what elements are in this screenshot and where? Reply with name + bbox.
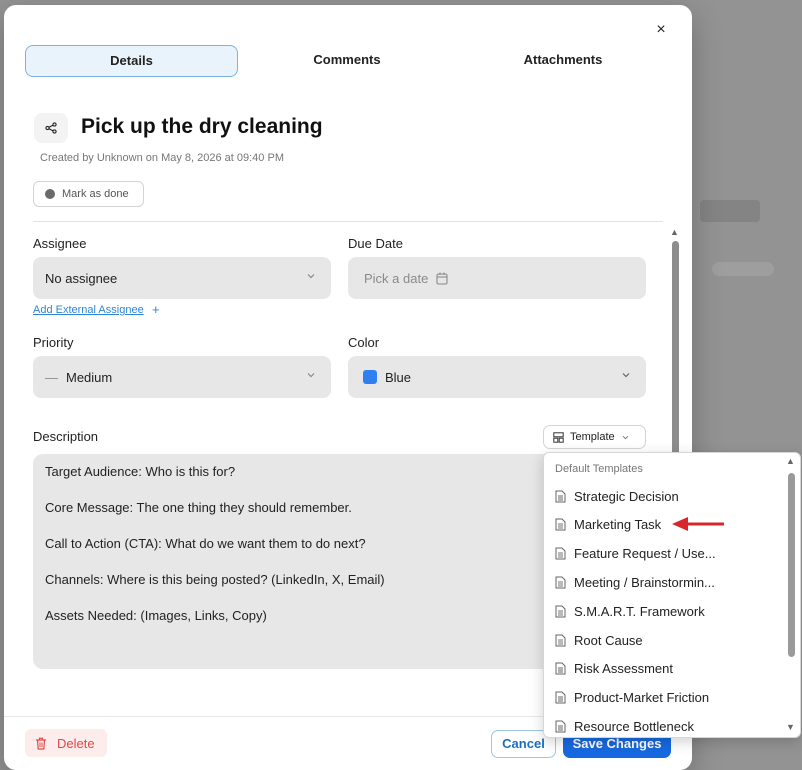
delete-label: Delete xyxy=(57,735,95,751)
priority-select[interactable]: — Medium xyxy=(33,356,331,398)
color-select[interactable]: Blue xyxy=(348,356,646,398)
template-option[interactable]: S.M.A.R.T. Framework xyxy=(555,600,780,622)
created-info: Created by Unknown on May 8, 2026 at 09:… xyxy=(40,152,284,164)
template-label: Template xyxy=(570,431,615,443)
template-dropdown: Default Templates ▲ ▼ Strategic Decision… xyxy=(543,452,801,738)
color-swatch xyxy=(363,370,377,384)
document-icon xyxy=(555,691,566,704)
template-option[interactable]: Feature Request / Use... xyxy=(555,543,780,565)
document-icon xyxy=(555,634,566,647)
priority-value: Medium xyxy=(66,369,113,385)
annotation-arrow-icon xyxy=(672,517,724,531)
plus-icon[interactable]: + xyxy=(152,302,160,317)
tab-attachments[interactable]: Attachments xyxy=(463,45,663,77)
template-option-label: Resource Bottleneck xyxy=(574,718,694,734)
scrollbar-thumb[interactable] xyxy=(672,241,679,481)
chevron-down-icon xyxy=(307,373,315,378)
close-button[interactable]: × xyxy=(650,19,672,41)
task-title[interactable]: Pick up the dry cleaning xyxy=(81,115,323,139)
status-dot-icon xyxy=(45,189,55,199)
document-icon xyxy=(555,490,566,503)
mark-as-done-button[interactable]: Mark as done xyxy=(33,181,144,207)
calendar-icon xyxy=(436,272,448,285)
background-element xyxy=(712,262,774,276)
color-label: Color xyxy=(348,335,380,350)
template-option-label: S.M.A.R.T. Framework xyxy=(574,603,705,619)
tab-comments[interactable]: Comments xyxy=(247,45,447,77)
template-option[interactable]: Resource Bottleneck xyxy=(555,715,780,737)
template-option[interactable]: Strategic Decision xyxy=(555,485,780,507)
template-option[interactable]: Risk Assessment xyxy=(555,658,780,680)
share-button[interactable] xyxy=(34,113,68,143)
template-option-label: Meeting / Brainstormin... xyxy=(574,574,715,590)
due-date-picker[interactable]: Pick a date xyxy=(348,257,646,299)
chevron-down-icon xyxy=(622,373,630,378)
priority-dash-icon: — xyxy=(45,369,58,385)
document-icon xyxy=(555,605,566,618)
template-button[interactable]: Template xyxy=(543,425,646,449)
assignee-label: Assignee xyxy=(33,236,87,251)
template-icon xyxy=(553,431,564,443)
scroll-up-arrow-icon[interactable]: ▲ xyxy=(786,456,795,466)
delete-button[interactable]: Delete xyxy=(25,729,107,757)
template-option[interactable]: Product-Market Friction xyxy=(555,687,780,709)
description-label: Description xyxy=(33,429,99,444)
template-option[interactable]: Meeting / Brainstormin... xyxy=(555,571,780,593)
dropdown-scrollbar-thumb[interactable] xyxy=(788,473,795,657)
due-date-placeholder: Pick a date xyxy=(364,270,429,286)
template-option[interactable]: Marketing Task xyxy=(555,514,780,536)
trash-icon xyxy=(36,737,46,750)
template-option-label: Marketing Task xyxy=(574,517,662,533)
template-option-label: Risk Assessment xyxy=(574,661,673,677)
chevron-down-icon xyxy=(307,274,315,279)
due-date-label: Due Date xyxy=(348,236,403,251)
template-option[interactable]: Root Cause xyxy=(555,629,780,651)
assignee-value: No assignee xyxy=(45,270,118,286)
dropdown-header: Default Templates xyxy=(555,463,643,475)
document-icon xyxy=(555,518,566,531)
template-option-label: Strategic Decision xyxy=(574,488,679,504)
background-element xyxy=(700,200,760,222)
template-option-label: Product-Market Friction xyxy=(574,690,710,706)
share-icon xyxy=(45,122,57,134)
chevron-down-icon xyxy=(622,435,628,439)
add-external-assignee-link[interactable]: Add External Assignee xyxy=(33,304,144,316)
dialog-tabs: Details Comments Attachments xyxy=(25,45,675,77)
color-value: Blue xyxy=(385,369,412,385)
assignee-select[interactable]: No assignee xyxy=(33,257,331,299)
document-icon xyxy=(555,720,566,733)
mark-as-done-label: Mark as done xyxy=(62,188,129,200)
document-icon xyxy=(555,547,566,560)
template-option-label: Root Cause xyxy=(574,632,643,648)
document-icon xyxy=(555,576,566,589)
tab-details[interactable]: Details xyxy=(25,45,238,77)
scroll-up-arrow-icon[interactable]: ▲ xyxy=(670,227,679,237)
divider xyxy=(33,221,663,222)
template-option-label: Feature Request / Use... xyxy=(574,546,716,562)
scroll-down-arrow-icon[interactable]: ▼ xyxy=(786,722,795,732)
document-icon xyxy=(555,662,566,675)
priority-label: Priority xyxy=(33,335,74,350)
